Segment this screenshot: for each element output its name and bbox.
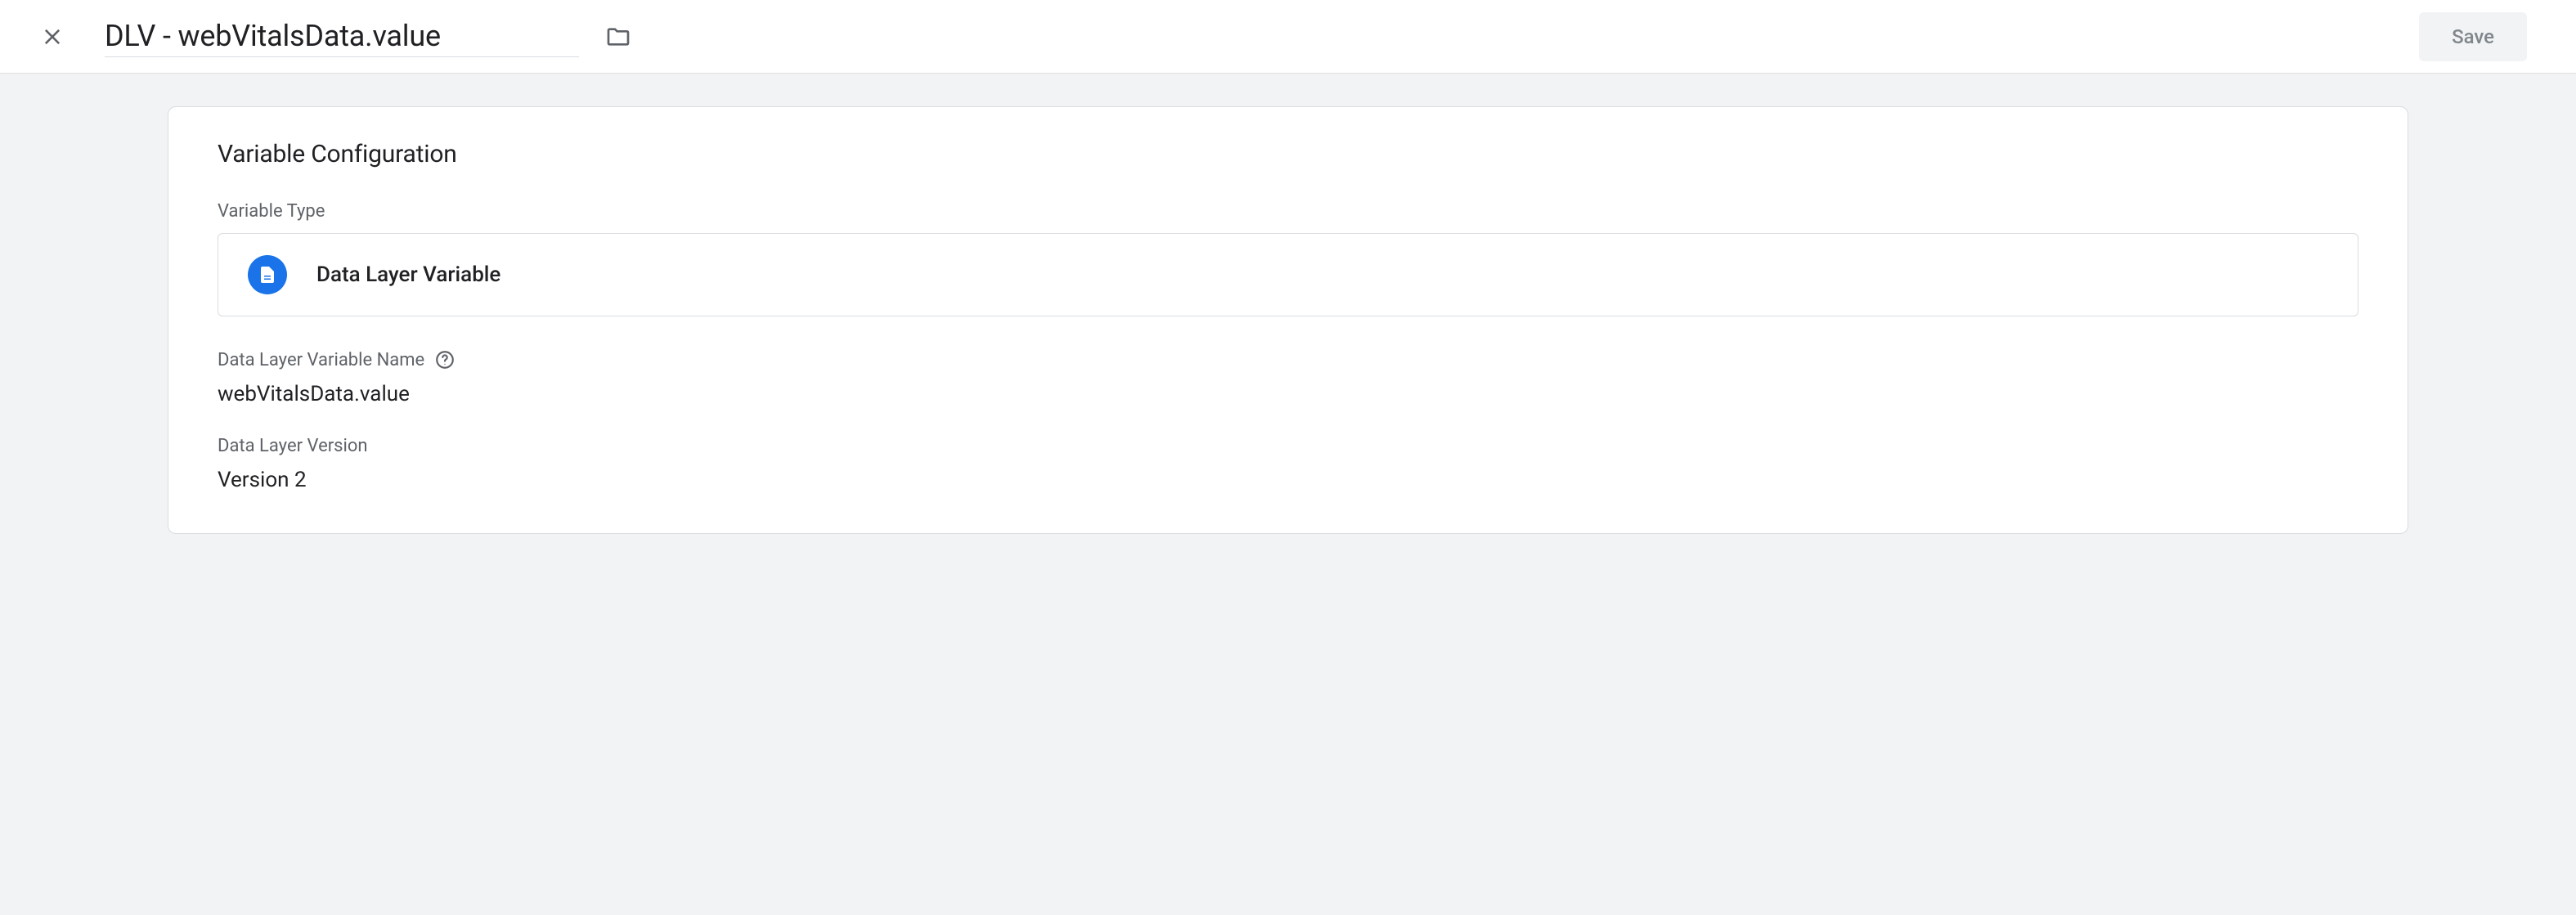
variable-type-value: Data Layer Variable (316, 262, 500, 287)
editor-header: Save (0, 0, 2576, 74)
card-title: Variable Configuration (218, 140, 2358, 168)
folder-button[interactable] (599, 17, 638, 56)
variable-type-selector[interactable]: Data Layer Variable (218, 233, 2358, 316)
dlv-name-value: webVitalsData.value (218, 382, 2358, 406)
close-icon (41, 25, 64, 48)
variable-name-input[interactable] (105, 16, 579, 57)
content-area: Variable Configuration Variable Type Dat… (0, 74, 2576, 915)
title-container (105, 16, 1262, 57)
dlv-name-label-row: Data Layer Variable Name (218, 349, 2358, 370)
dlv-version-value: Version 2 (218, 468, 2358, 492)
close-button[interactable] (33, 17, 72, 56)
data-layer-variable-icon (248, 255, 287, 294)
dlv-version-label: Data Layer Version (218, 436, 2358, 456)
save-button[interactable]: Save (2419, 12, 2527, 61)
variable-config-card: Variable Configuration Variable Type Dat… (168, 106, 2408, 534)
help-icon[interactable] (434, 349, 456, 370)
dlv-name-label: Data Layer Variable Name (218, 350, 424, 370)
variable-type-label: Variable Type (218, 201, 2358, 222)
folder-icon (605, 24, 631, 50)
